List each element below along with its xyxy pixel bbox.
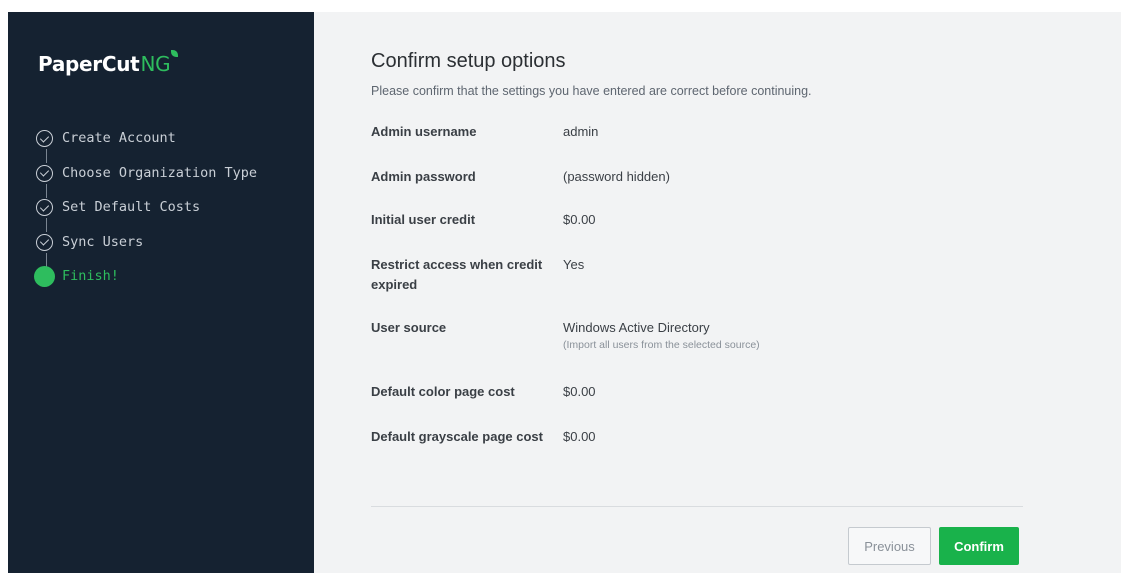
row-label: Default color page cost xyxy=(371,384,515,399)
step-choose-organization-type: Choose Organization Type xyxy=(36,163,257,198)
row-label: Admin password xyxy=(371,169,476,184)
sidebar: PaperCut NG Create Account Choose Organi… xyxy=(8,12,314,573)
step-connector xyxy=(46,149,47,163)
row-value: $0.00 xyxy=(563,384,596,399)
step-sync-users: Sync Users xyxy=(36,232,257,267)
setup-wizard: PaperCut NG Create Account Choose Organi… xyxy=(8,12,1121,573)
row-value: Yes xyxy=(563,257,585,272)
check-circle-icon xyxy=(36,164,53,182)
step-label: Set Default Costs xyxy=(62,199,201,215)
check-circle-icon xyxy=(36,233,53,251)
page-subtitle: Please confirm that the settings you hav… xyxy=(371,84,812,98)
row-value: $0.00 xyxy=(563,429,596,444)
row-label: Restrict access when credit expired xyxy=(371,257,543,292)
current-step-dot-icon xyxy=(34,266,55,287)
logo-brand: PaperCut xyxy=(38,52,140,76)
step-connector xyxy=(46,183,47,198)
step-label: Create Account xyxy=(62,130,176,146)
step-label: Sync Users xyxy=(62,233,144,250)
step-connector xyxy=(46,252,47,267)
summary-row-color-cost: Default color page cost $0.00 xyxy=(371,382,971,402)
summary-row-admin-password: Admin password (password hidden) xyxy=(371,167,971,187)
summary-row-user-source: User source Windows Active Directory (Im… xyxy=(371,318,971,352)
summary-row-restrict-access: Restrict access when credit expired Yes xyxy=(371,255,971,295)
step-finish: Finish! xyxy=(34,266,257,301)
logo-suffix: NG xyxy=(140,52,171,76)
summary-row-initial-credit: Initial user credit $0.00 xyxy=(371,210,971,230)
row-label: Admin username xyxy=(371,124,477,139)
page-title: Confirm setup options xyxy=(371,50,566,72)
step-set-default-costs: Set Default Costs xyxy=(36,197,257,232)
row-value-group: Windows Active Directory (Import all use… xyxy=(563,318,760,352)
previous-button[interactable]: Previous xyxy=(848,527,931,565)
step-connector xyxy=(46,218,47,232)
row-label: Default grayscale page cost xyxy=(371,429,543,444)
summary-row-grayscale-cost: Default grayscale page cost $0.00 xyxy=(371,427,971,447)
step-label: Finish! xyxy=(62,268,119,284)
check-circle-icon xyxy=(36,130,53,147)
confirm-button[interactable]: Confirm xyxy=(939,527,1019,565)
papercut-logo: PaperCut NG xyxy=(38,50,179,76)
leaf-icon xyxy=(171,50,179,57)
row-value: $0.00 xyxy=(563,212,596,227)
row-label: User source xyxy=(371,320,447,335)
row-value: admin xyxy=(563,124,599,139)
step-create-account: Create Account xyxy=(36,128,257,163)
row-value: (password hidden) xyxy=(563,169,670,184)
row-note: (Import all users from the selected sour… xyxy=(563,339,760,351)
check-circle-icon xyxy=(36,199,53,216)
main-panel: Confirm setup options Please confirm tha… xyxy=(314,12,1121,573)
wizard-steps: Create Account Choose Organization Type … xyxy=(34,128,257,301)
row-label: Initial user credit xyxy=(371,212,476,227)
footer-divider xyxy=(371,506,1023,507)
summary-row-admin-username: Admin username admin xyxy=(371,122,971,142)
step-label: Choose Organization Type xyxy=(62,164,258,181)
row-value: Windows Active Directory xyxy=(563,320,710,335)
